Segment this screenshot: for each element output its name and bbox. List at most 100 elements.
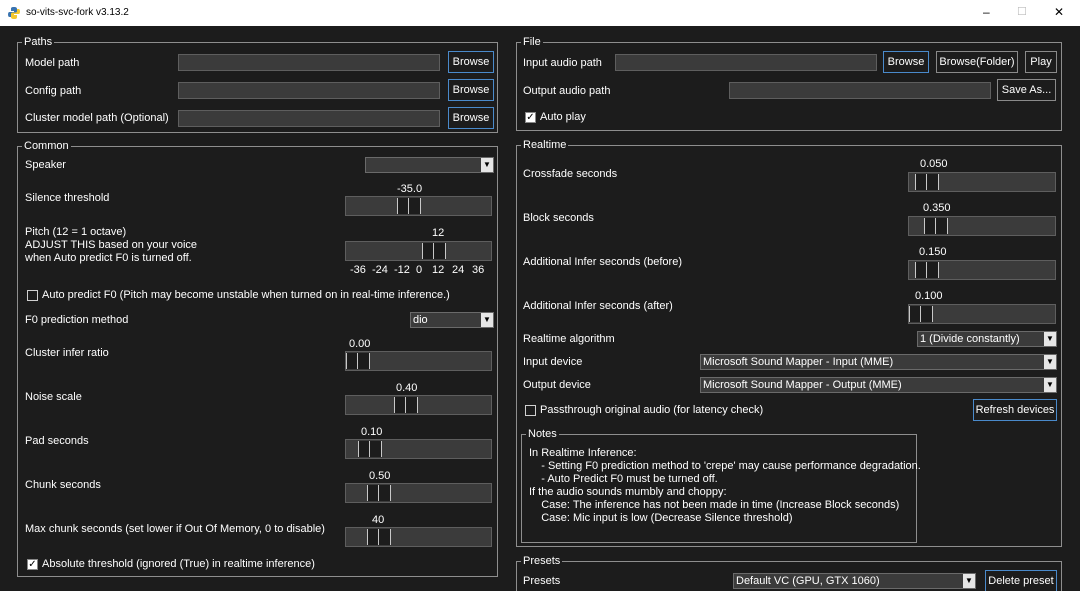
common-frame-title: Common — [22, 139, 71, 153]
pitch-slider[interactable] — [345, 241, 492, 261]
slider-handle[interactable] — [915, 262, 939, 278]
f0-method-label: F0 prediction method — [25, 314, 129, 326]
chevron-down-icon: ▼ — [481, 313, 493, 327]
chunk-seconds-slider[interactable] — [345, 483, 492, 503]
chunk-seconds-label: Chunk seconds — [25, 479, 101, 491]
slider-handle[interactable] — [909, 306, 933, 322]
delete-preset-button[interactable]: Delete preset — [985, 570, 1057, 591]
config-browse-button[interactable]: Browse — [448, 79, 494, 101]
presets-label: Presets — [523, 575, 561, 587]
infer-after-label: Additional Infer seconds (after) — [523, 300, 673, 312]
notes-frame-title: Notes — [526, 427, 559, 441]
preset-select[interactable]: Default VC (GPU, GTX 1060) ▼ — [733, 573, 976, 589]
chevron-down-icon: ▼ — [963, 574, 975, 588]
silence-threshold-slider[interactable] — [345, 196, 492, 216]
absolute-threshold-label: Absolute threshold (ignored (True) in re… — [42, 558, 315, 570]
slider-handle[interactable] — [397, 198, 421, 214]
noise-scale-value: 0.40 — [396, 382, 418, 394]
cluster-browse-button[interactable]: Browse — [448, 107, 494, 129]
algorithm-label: Realtime algorithm — [523, 333, 615, 345]
slider-handle[interactable] — [346, 353, 370, 369]
presets-frame-title: Presets — [521, 554, 563, 568]
pitch-tick: -24 — [372, 264, 388, 276]
slider-handle[interactable] — [915, 174, 939, 190]
slider-handle[interactable] — [358, 441, 382, 457]
f0-method-value: dio — [413, 314, 428, 326]
slider-handle[interactable] — [394, 397, 418, 413]
pitch-tick: 12 — [432, 264, 445, 276]
notes-line: If the audio sounds mumbly and choppy: — [529, 486, 727, 498]
pitch-tick: 0 — [416, 264, 423, 276]
infer-after-value: 0.100 — [915, 290, 943, 302]
silence-threshold-label: Silence threshold — [25, 192, 110, 204]
cluster-ratio-label: Cluster infer ratio — [25, 347, 109, 359]
block-seconds-slider[interactable] — [908, 216, 1056, 236]
auto-play-checkbox[interactable]: ✓ — [525, 112, 536, 123]
config-path-input[interactable] — [178, 82, 440, 99]
noise-scale-slider[interactable] — [345, 395, 492, 415]
output-device-value: Microsoft Sound Mapper - Output (MME) — [703, 379, 902, 391]
passthrough-checkbox[interactable] — [525, 405, 536, 416]
max-chunk-label: Max chunk seconds (set lower if Out Of M… — [25, 523, 325, 535]
notes-line: - Setting F0 prediction method to 'crepe… — [529, 460, 921, 472]
input-audio-label: Input audio path — [523, 57, 602, 69]
pitch-tick: -12 — [394, 264, 410, 276]
infer-before-slider[interactable] — [908, 260, 1056, 280]
python-logo-icon — [8, 7, 20, 19]
cluster-ratio-slider[interactable] — [345, 351, 492, 371]
play-button[interactable]: Play — [1025, 51, 1057, 73]
notes-line: Case: The inference has not been made in… — [529, 499, 900, 511]
close-button[interactable]: ✕ — [1040, 0, 1080, 26]
f0-method-select[interactable]: dio ▼ — [410, 312, 494, 328]
auto-predict-f0-checkbox[interactable] — [27, 290, 38, 301]
file-frame-title: File — [521, 35, 543, 49]
chevron-down-icon: ▼ — [1044, 378, 1056, 392]
algorithm-value: 1 (Divide constantly) — [920, 333, 1020, 345]
config-path-label: Config path — [25, 85, 82, 97]
infer-before-label: Additional Infer seconds (before) — [523, 256, 682, 268]
noise-scale-label: Noise scale — [25, 391, 82, 403]
input-browse-button[interactable]: Browse — [883, 51, 929, 73]
minimize-icon: – — [983, 5, 990, 19]
save-as-button[interactable]: Save As... — [997, 79, 1056, 101]
crossfade-slider[interactable] — [908, 172, 1056, 192]
pitch-tick: 36 — [472, 264, 485, 276]
input-browse-folder-button[interactable]: Browse(Folder) — [936, 51, 1018, 73]
pad-seconds-slider[interactable] — [345, 439, 492, 459]
slider-handle[interactable] — [367, 529, 391, 545]
speaker-select[interactable]: ▼ — [365, 157, 494, 173]
slider-handle[interactable] — [367, 485, 391, 501]
output-audio-input[interactable] — [729, 82, 991, 99]
input-audio-input[interactable] — [615, 54, 877, 71]
model-browse-button[interactable]: Browse — [448, 51, 494, 73]
slider-handle[interactable] — [422, 243, 446, 259]
maximize-icon: ☐ — [1017, 6, 1027, 18]
passthrough-label: Passthrough original audio (for latency … — [540, 404, 764, 416]
pitch-label: Pitch (12 = 1 octave) ADJUST THIS based … — [25, 226, 198, 264]
close-icon: ✕ — [1054, 5, 1065, 19]
block-seconds-label: Block seconds — [523, 212, 594, 224]
cluster-ratio-value: 0.00 — [349, 338, 371, 350]
model-path-input[interactable] — [178, 54, 440, 71]
max-chunk-slider[interactable] — [345, 527, 492, 547]
refresh-devices-button[interactable]: Refresh devices — [973, 399, 1057, 421]
preset-value: Default VC (GPU, GTX 1060) — [736, 575, 880, 587]
input-device-label: Input device — [523, 356, 583, 368]
output-device-select[interactable]: Microsoft Sound Mapper - Output (MME) ▼ — [700, 377, 1057, 393]
maximize-button[interactable]: ☐ — [1003, 0, 1043, 26]
input-device-select[interactable]: Microsoft Sound Mapper - Input (MME) ▼ — [700, 354, 1057, 370]
input-device-value: Microsoft Sound Mapper - Input (MME) — [703, 356, 894, 368]
chevron-down-icon: ▼ — [481, 158, 493, 172]
auto-predict-f0-label: Auto predict F0 (Pitch may become unstab… — [42, 289, 450, 301]
slider-handle[interactable] — [924, 218, 948, 234]
speaker-label: Speaker — [25, 159, 66, 171]
cluster-path-input[interactable] — [178, 110, 440, 127]
absolute-threshold-checkbox[interactable]: ✓ — [27, 559, 38, 570]
auto-play-label: Auto play — [540, 111, 586, 123]
algorithm-select[interactable]: 1 (Divide constantly) ▼ — [917, 331, 1057, 347]
pitch-tick: -36 — [350, 264, 366, 276]
pad-seconds-label: Pad seconds — [25, 435, 89, 447]
infer-after-slider[interactable] — [908, 304, 1056, 324]
model-path-label: Model path — [25, 57, 80, 69]
silence-threshold-value: -35.0 — [397, 183, 423, 195]
